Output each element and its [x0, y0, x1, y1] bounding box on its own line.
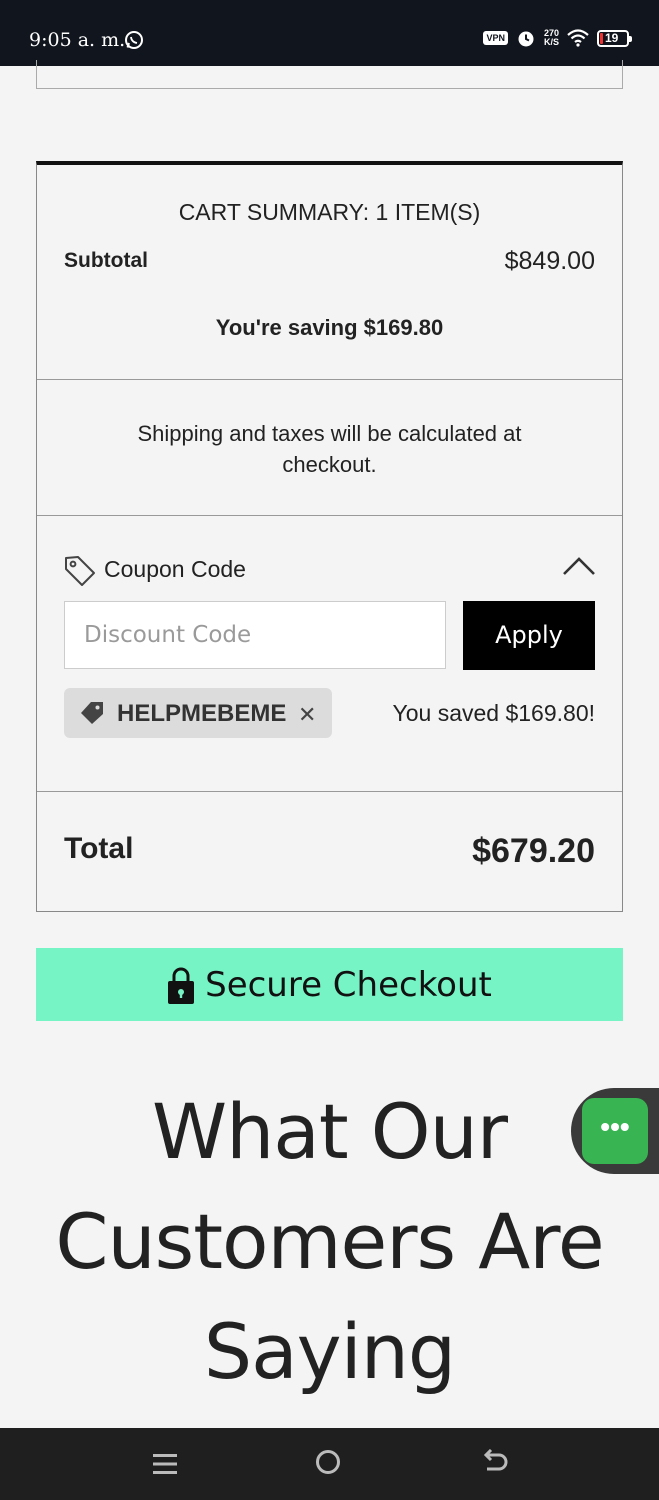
- remove-coupon-close-icon[interactable]: ✕: [298, 702, 316, 728]
- cart-summary-title: CART SUMMARY: 1 ITEM(S): [178, 199, 481, 225]
- battery-icon: 19: [597, 29, 632, 47]
- tag-filled-icon: [81, 702, 103, 724]
- speed-unit: K/S: [543, 37, 559, 47]
- tag-icon: [65, 556, 95, 586]
- battery-level: 19: [605, 30, 619, 45]
- status-bar: 9:05 a. m. VPN 270 K/S 19: [0, 0, 659, 66]
- status-time: 9:05 a. m.: [29, 29, 126, 51]
- applied-coupon-code: HELPMEBEME: [117, 700, 287, 727]
- coupon-code-label: Coupon Code: [104, 556, 246, 582]
- home-icon[interactable]: [316, 1450, 340, 1474]
- subtotal-label: Subtotal: [64, 249, 148, 272]
- chevron-up-icon[interactable]: [562, 555, 596, 577]
- subtotal-value: $849.00: [504, 247, 595, 275]
- lock-icon: [168, 967, 195, 1004]
- back-icon[interactable]: [481, 1449, 511, 1479]
- total-value: $679.20: [472, 832, 595, 870]
- total-label: Total: [64, 832, 134, 865]
- vpn-icon: VPN: [483, 31, 508, 45]
- recent-apps-icon[interactable]: [152, 1452, 178, 1476]
- testimonials-heading: What Our Customers Are Saying: [55, 1087, 604, 1396]
- applied-coupon-chip: HELPMEBEME ✕: [64, 688, 332, 738]
- previous-section-box: [36, 60, 623, 89]
- saving-text: You're saving $169.80: [215, 315, 444, 340]
- android-nav-bar: [0, 1428, 659, 1500]
- secure-checkout-label: Secure Checkout: [205, 964, 492, 1005]
- network-speed: 270 K/S: [544, 29, 559, 47]
- secure-checkout-button[interactable]: Secure Checkout: [36, 948, 623, 1021]
- cart-summary-panel: CART SUMMARY: 1 ITEM(S) Subtotal $849.00…: [36, 161, 623, 912]
- alarm-icon: [518, 31, 534, 47]
- coupon-saved-text: You saved $169.80!: [392, 700, 596, 726]
- discount-code-input[interactable]: Discount Code: [64, 601, 446, 669]
- chat-button[interactable]: •••: [582, 1098, 648, 1164]
- wifi-icon: [567, 29, 589, 47]
- shipping-note: Shipping and taxes will be calculated at…: [137, 421, 522, 477]
- whatsapp-icon: [125, 31, 143, 49]
- apply-button[interactable]: Apply: [463, 601, 595, 670]
